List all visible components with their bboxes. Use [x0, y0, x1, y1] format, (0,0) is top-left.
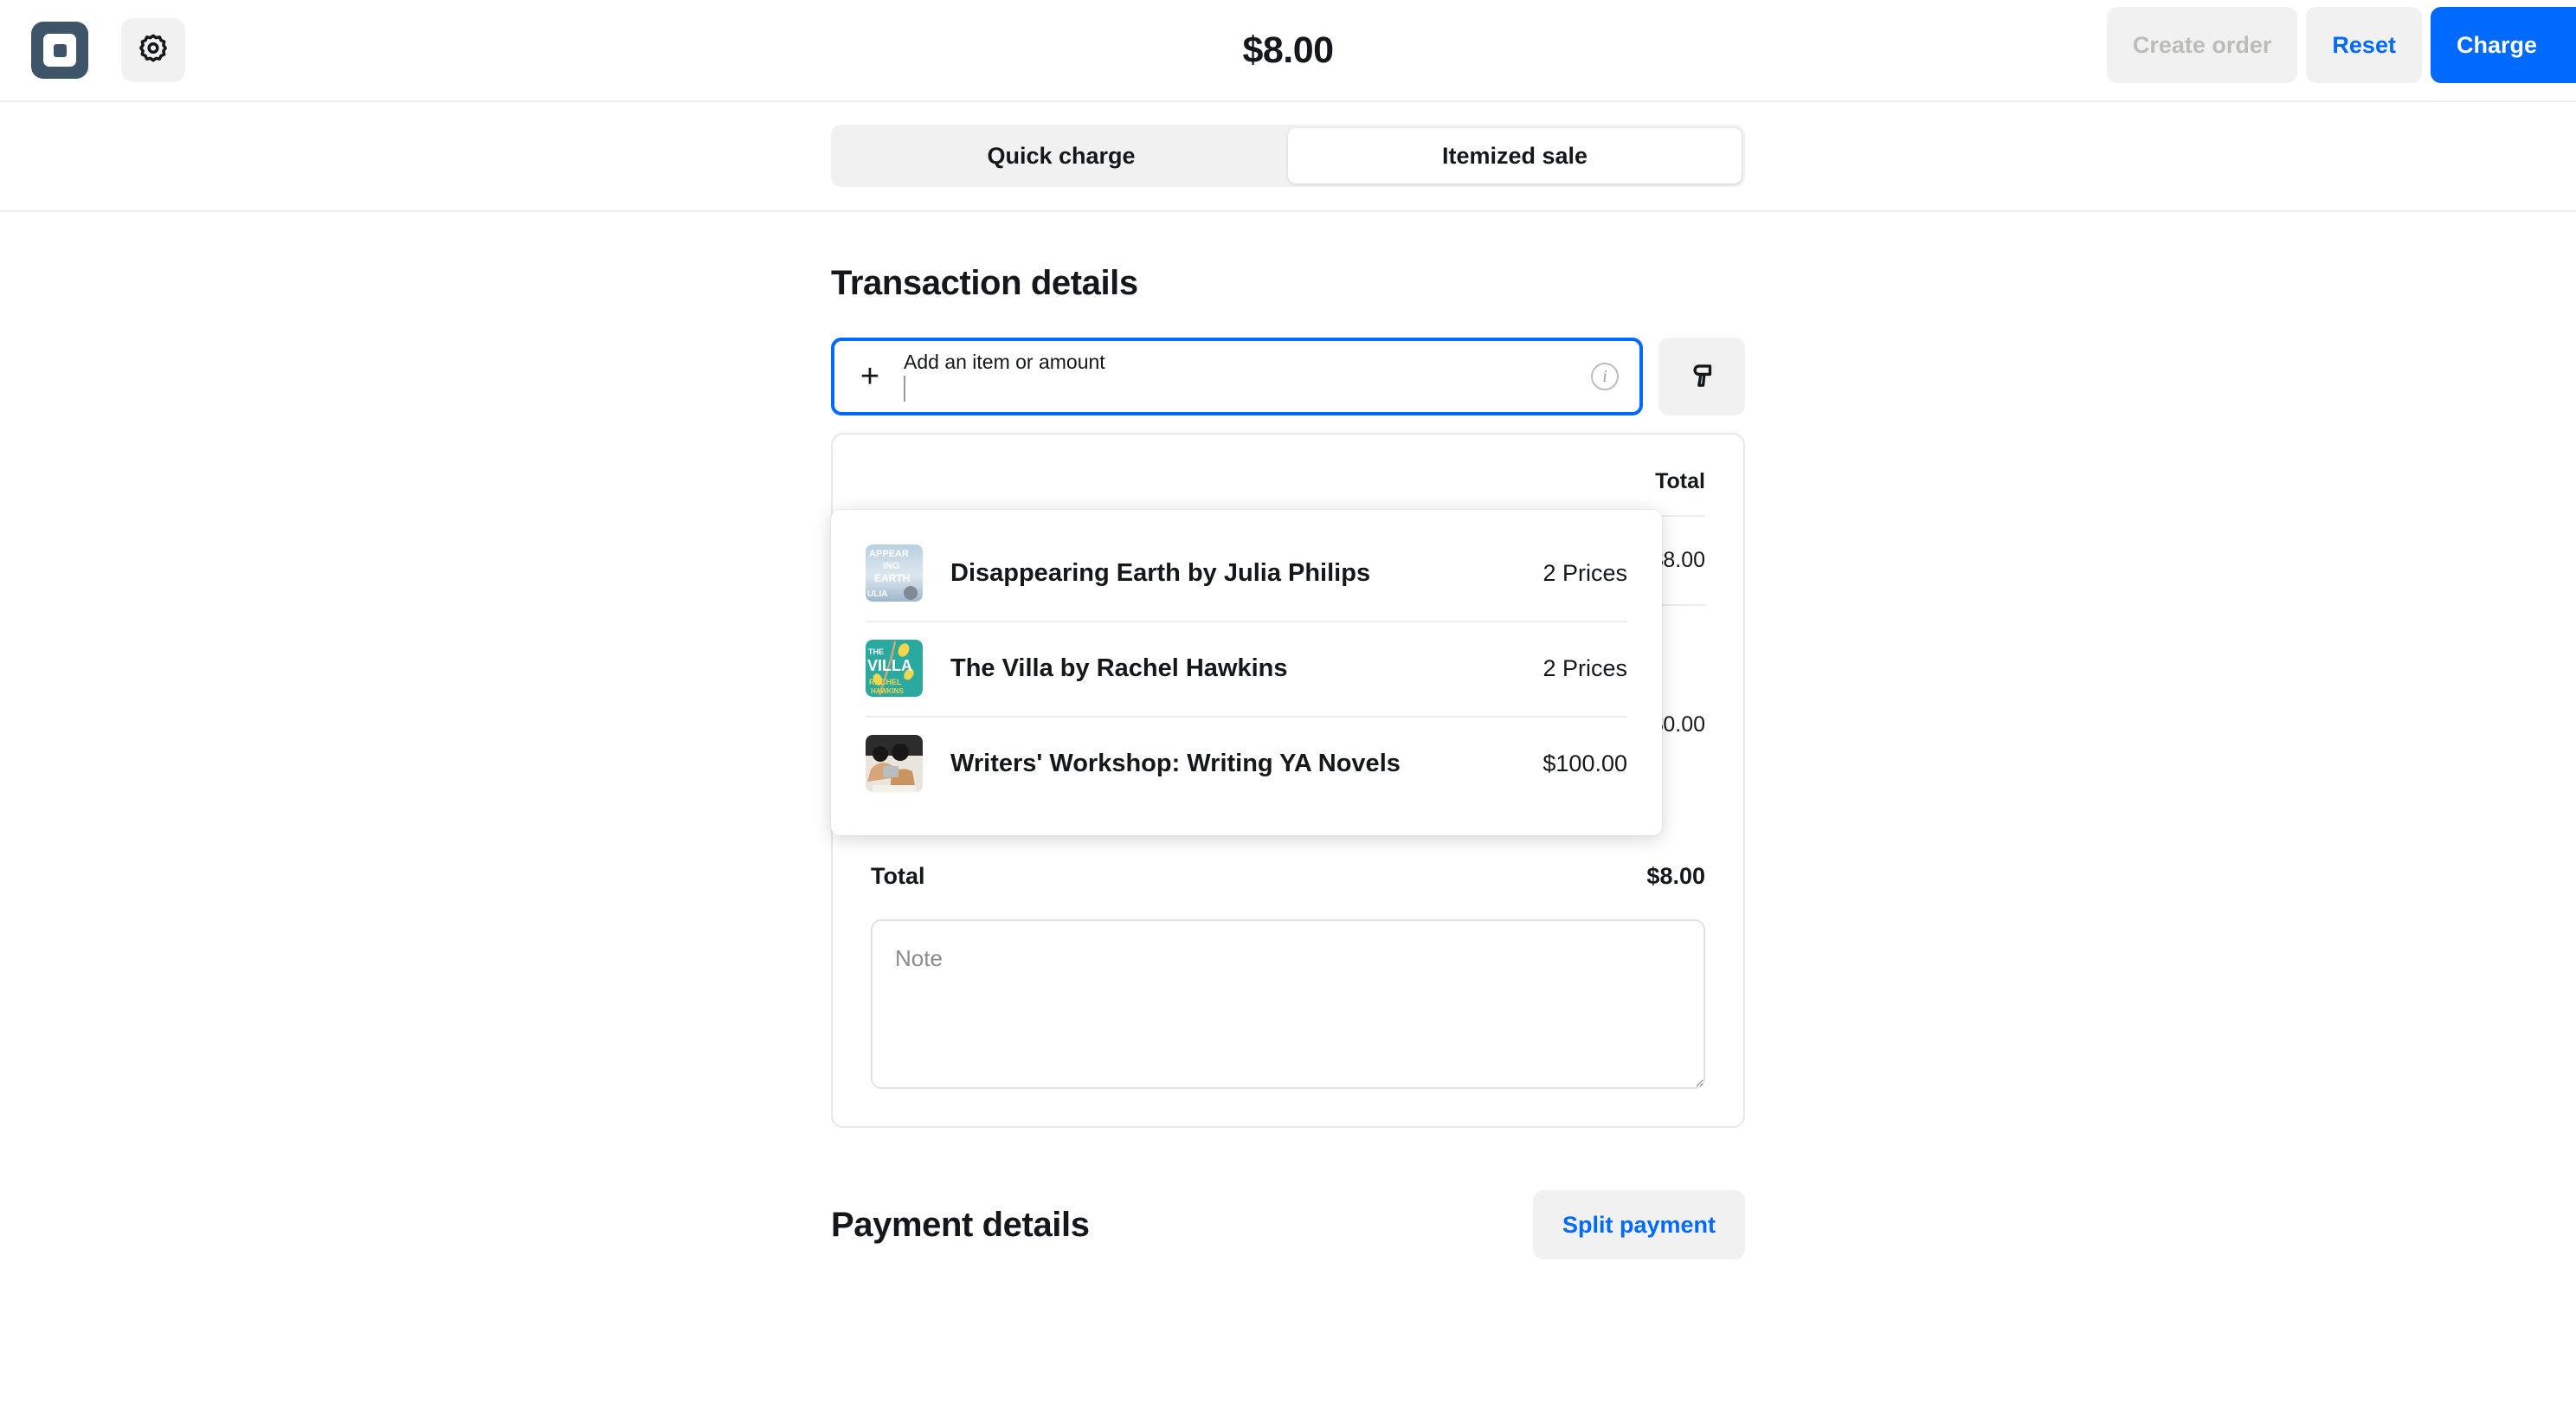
- item-search-label: Add an item or amount: [904, 350, 1105, 373]
- reset-button[interactable]: Reset: [2306, 7, 2422, 83]
- suggestion-price: 2 Prices: [1542, 559, 1627, 586]
- settings-button[interactable]: [121, 18, 185, 82]
- barcode-scanner-icon: [1685, 359, 1718, 395]
- payment-details-title: Payment details: [831, 1205, 1090, 1244]
- gear-icon: [136, 32, 171, 69]
- list-item[interactable]: THE VILLA RACHEL HAWKINS The Villa by Ra…: [831, 621, 1662, 716]
- info-circle-icon[interactable]: i: [1591, 363, 1619, 390]
- svg-text:APPEAR: APPEAR: [869, 549, 909, 559]
- suggestion-name: Writers' Workshop: Writing YA Novels: [950, 749, 1401, 777]
- plus-icon: +: [860, 358, 880, 395]
- item-search-box[interactable]: + Add an item or amount i: [831, 338, 1643, 415]
- total-row: Total $8.00: [871, 835, 1705, 898]
- col-header-total: Total: [871, 435, 1705, 517]
- total-value: $8.00: [1646, 863, 1705, 889]
- line-items-head: Total: [871, 435, 1705, 517]
- tab-bar: Quick charge Itemized sale: [0, 102, 2576, 212]
- book-cover-the-villa: THE VILLA RACHEL HAWKINS: [866, 640, 923, 697]
- tab-itemized-sale[interactable]: Itemized sale: [1288, 128, 1742, 184]
- text-caret: [904, 376, 905, 403]
- tab-quick-charge[interactable]: Quick charge: [834, 128, 1288, 184]
- svg-text:HAWKINS: HAWKINS: [871, 687, 904, 695]
- square-logo-inner: [43, 34, 76, 67]
- suggestion-price: 2 Prices: [1542, 654, 1627, 681]
- note-input[interactable]: [871, 919, 1705, 1089]
- svg-text:VILLA: VILLA: [867, 657, 912, 674]
- suggestion-name: The Villa by Rachel Hawkins: [950, 654, 1288, 682]
- header-actions: Create order Reset Charge: [2106, 7, 2576, 83]
- item-search-inner: Add an item or amount: [904, 350, 1591, 403]
- transaction-details-title: Transaction details: [831, 264, 1138, 302]
- charge-button[interactable]: Charge: [2430, 7, 2576, 83]
- square-logo-dot: [53, 43, 67, 57]
- suggestion-name: Disappearing Earth by Julia Philips: [950, 558, 1371, 587]
- tab-group: Quick charge Itemized sale: [831, 125, 1745, 187]
- payment-details-header: Payment details Split payment: [831, 1190, 1745, 1259]
- list-item[interactable]: APPEAR ING EARTH ULIA Disappearing Earth…: [831, 525, 1662, 621]
- top-bar: $8.00 Create order Reset Charge: [0, 0, 2576, 102]
- book-cover-disappearing-earth: APPEAR ING EARTH ULIA: [866, 544, 923, 602]
- item-suggestions-dropdown: APPEAR ING EARTH ULIA Disappearing Earth…: [831, 510, 1662, 835]
- main-content: Transaction details + Add an item or amo…: [831, 212, 1745, 1259]
- table-header-row: Total: [871, 435, 1705, 517]
- barcode-scanner-button[interactable]: [1658, 338, 1745, 415]
- square-logo-icon[interactable]: [31, 22, 88, 79]
- svg-text:EARTH: EARTH: [874, 572, 910, 584]
- svg-text:RACHEL: RACHEL: [869, 678, 902, 686]
- total-label: Total: [871, 863, 925, 889]
- item-search-input[interactable]: [904, 376, 1591, 403]
- item-search-row: + Add an item or amount i: [831, 338, 1745, 415]
- split-payment-button[interactable]: Split payment: [1532, 1190, 1745, 1259]
- create-order-button[interactable]: Create order: [2106, 7, 2298, 83]
- svg-text:THE: THE: [868, 647, 884, 656]
- suggestion-price: $100.00: [1542, 750, 1627, 776]
- list-item[interactable]: Writers' Workshop: Writing YA Novels $10…: [831, 716, 1662, 811]
- svg-text:ULIA: ULIA: [867, 589, 887, 599]
- event-photo-writers-workshop: [866, 735, 923, 792]
- svg-text:ING: ING: [883, 561, 900, 571]
